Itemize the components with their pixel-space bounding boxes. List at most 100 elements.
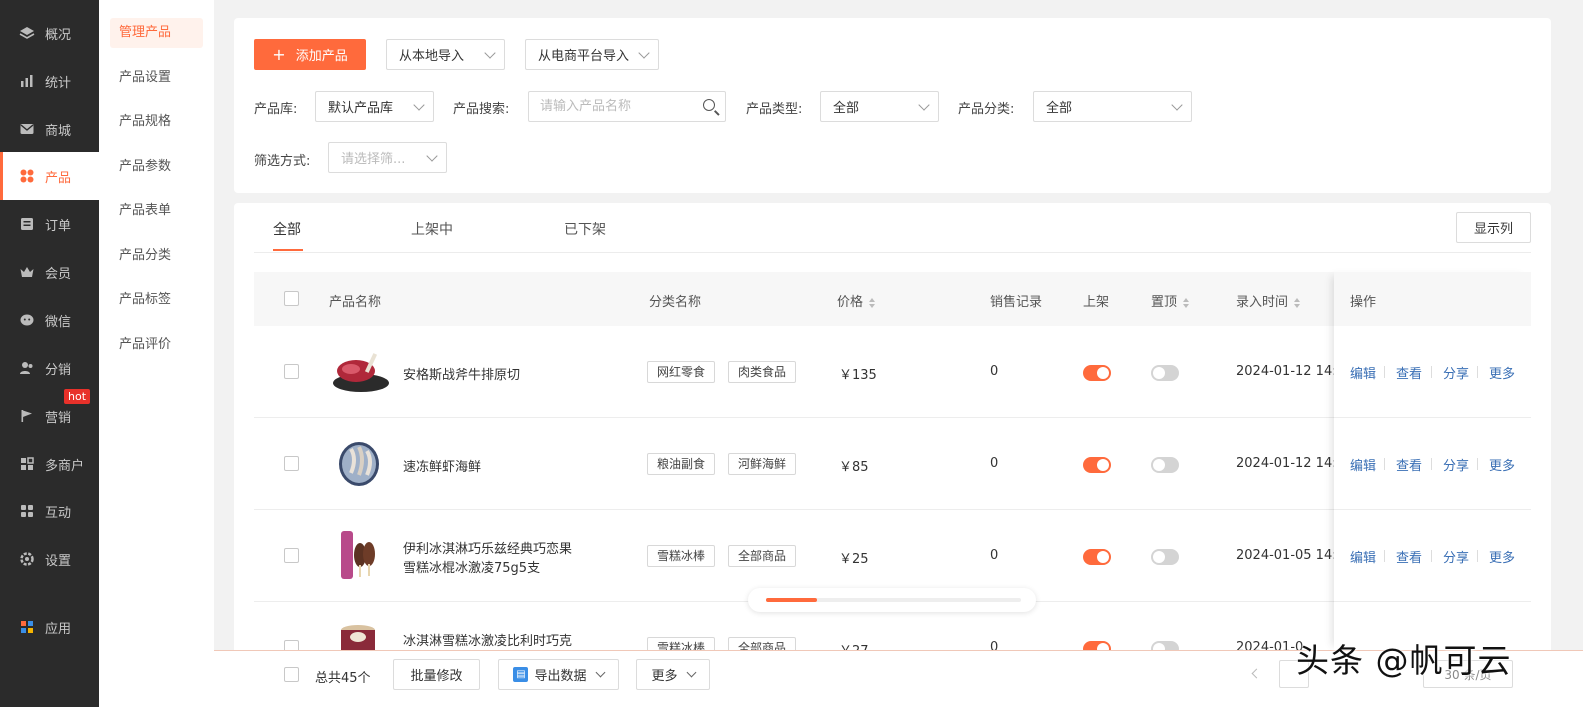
- view-link[interactable]: 查看: [1396, 547, 1422, 566]
- type-select[interactable]: 全部: [820, 91, 939, 122]
- order-icon: [19, 216, 35, 232]
- more-actions-button[interactable]: 更多: [636, 659, 710, 690]
- pinned-toggle[interactable]: [1151, 457, 1179, 473]
- nav-item-stats[interactable]: 统计: [0, 57, 99, 105]
- more-link[interactable]: 更多: [1489, 547, 1515, 566]
- more-link[interactable]: 更多: [1489, 455, 1515, 474]
- listed-toggle[interactable]: [1083, 457, 1111, 473]
- tab-on-sale[interactable]: 上架中: [411, 219, 453, 239]
- edit-link[interactable]: 编辑: [1350, 547, 1376, 566]
- search-input[interactable]: 请输入产品名称: [528, 91, 726, 122]
- nav-label: 互动: [45, 505, 72, 521]
- subnav-item-params[interactable]: 产品参数: [110, 152, 203, 182]
- sort-icon[interactable]: [1294, 297, 1301, 308]
- product-name[interactable]: 安格斯战斧牛排原切: [403, 364, 520, 383]
- nav-item-product[interactable]: 产品: [0, 152, 103, 200]
- subnav-item-settings[interactable]: 产品设置: [110, 63, 203, 93]
- import-platform-dropdown[interactable]: 从电商平台导入: [525, 39, 659, 70]
- scroll-thumb[interactable]: [766, 598, 817, 602]
- col-price[interactable]: 价格: [837, 291, 876, 310]
- watermark-text: 头条 @帆可云: [1296, 641, 1512, 680]
- nav-item-apps[interactable]: 应用: [0, 603, 99, 651]
- nav-item-interact[interactable]: 互动: [0, 487, 99, 535]
- category-tag: 粮油副食: [647, 453, 716, 475]
- category-label: 产品分类:: [958, 102, 1015, 117]
- product-subnav: 管理产品 产品设置 产品规格 产品参数 产品表单 产品分类 产品标签 产品评价: [99, 0, 214, 707]
- grid-icon: [19, 168, 35, 184]
- apps-icon: [19, 619, 35, 635]
- chevron-down-icon: [638, 47, 650, 59]
- nav-item-multi-merchant[interactable]: 多商户: [0, 440, 99, 488]
- category-tag: 雪糕冰棒: [647, 545, 716, 567]
- nav-item-member[interactable]: 会员: [0, 248, 99, 296]
- crown-icon: [19, 264, 35, 280]
- row-checkbox[interactable]: [284, 548, 299, 563]
- import-local-dropdown[interactable]: 从本地导入: [386, 39, 505, 70]
- search-icon[interactable]: [703, 99, 715, 111]
- chevron-down-icon: [1171, 99, 1183, 111]
- filter-mode-select[interactable]: 请选择筛...: [328, 142, 447, 173]
- listed-toggle[interactable]: [1083, 549, 1111, 565]
- product-name[interactable]: 伊利冰淇淋巧乐兹经典巧恋果: [403, 538, 572, 557]
- tab-off-shelf[interactable]: 已下架: [564, 219, 606, 239]
- filter-mode-placeholder: 请选择筛...: [341, 152, 406, 167]
- op-divider: [1384, 550, 1385, 562]
- show-columns-button[interactable]: 显示列: [1456, 212, 1531, 243]
- op-divider: [1477, 366, 1478, 378]
- product-name[interactable]: 速冻鲜虾海鲜: [403, 456, 481, 475]
- pinned-toggle[interactable]: [1151, 365, 1179, 381]
- nav-label: 营销: [45, 410, 72, 426]
- horizontal-scrollbar[interactable]: [748, 588, 1036, 612]
- subnav-item-tags[interactable]: 产品标签: [110, 285, 203, 315]
- library-select[interactable]: 默认产品库: [315, 91, 434, 122]
- sort-icon[interactable]: [1183, 297, 1190, 308]
- add-product-button[interactable]: + 添加产品: [254, 39, 366, 70]
- product-name[interactable]: 冰淇淋雪糕冰激凌比利时巧克: [403, 630, 572, 649]
- edit-link[interactable]: 编辑: [1350, 363, 1376, 382]
- share-link[interactable]: 分享: [1443, 363, 1469, 382]
- op-divider: [1431, 550, 1432, 562]
- subnav-item-forms[interactable]: 产品表单: [110, 196, 203, 226]
- subnav-item-reviews[interactable]: 产品评价: [110, 330, 203, 360]
- subnav-item-categories[interactable]: 产品分类: [110, 241, 203, 271]
- edit-link[interactable]: 编辑: [1350, 455, 1376, 474]
- layers-icon: [19, 25, 35, 41]
- col-time-label: 录入时间: [1236, 295, 1289, 310]
- nav-label: 分销: [45, 362, 72, 378]
- share-link[interactable]: 分享: [1443, 455, 1469, 474]
- nav-item-overview[interactable]: 概况: [0, 9, 99, 57]
- batch-edit-button[interactable]: 批量修改: [393, 659, 480, 690]
- nav-item-wechat[interactable]: 微信: [0, 296, 99, 344]
- row-checkbox[interactable]: [284, 456, 299, 471]
- row-checkbox[interactable]: [284, 364, 299, 379]
- chevron-down-icon: [686, 667, 696, 678]
- nav-item-settings[interactable]: 设置: [0, 535, 99, 583]
- subnav-item-specs[interactable]: 产品规格: [110, 107, 203, 137]
- view-link[interactable]: 查看: [1396, 363, 1422, 382]
- op-divider: [1384, 458, 1385, 470]
- nav-item-order[interactable]: 订单: [0, 200, 99, 248]
- sales-count: 0: [990, 548, 999, 563]
- subnav-item-manage[interactable]: 管理产品: [110, 18, 203, 48]
- pinned-toggle[interactable]: [1151, 549, 1179, 565]
- mail-icon: [19, 121, 35, 137]
- product-name-line2[interactable]: 雪糕冰棍冰激凌75g5支: [403, 557, 540, 576]
- nav-item-distribution[interactable]: 分销: [0, 344, 99, 392]
- share-link[interactable]: 分享: [1443, 547, 1469, 566]
- nav-item-mall[interactable]: 商城: [0, 105, 99, 153]
- select-all-checkbox[interactable]: [284, 291, 299, 306]
- sort-icon[interactable]: [869, 297, 876, 308]
- category-select[interactable]: 全部: [1033, 91, 1192, 122]
- listed-toggle[interactable]: [1083, 365, 1111, 381]
- col-pinned[interactable]: 置顶: [1151, 291, 1190, 310]
- more-link[interactable]: 更多: [1489, 363, 1515, 382]
- op-divider: [1477, 550, 1478, 562]
- scroll-track: [766, 598, 1021, 602]
- nav-label: 统计: [45, 75, 72, 91]
- col-time[interactable]: 录入时间: [1236, 291, 1301, 310]
- export-data-button[interactable]: ▤ 导出数据: [498, 659, 619, 690]
- chevron-down-icon: [918, 99, 930, 111]
- view-link[interactable]: 查看: [1396, 455, 1422, 474]
- tab-all[interactable]: 全部: [273, 219, 301, 239]
- footer-select-all-checkbox[interactable]: [284, 667, 299, 682]
